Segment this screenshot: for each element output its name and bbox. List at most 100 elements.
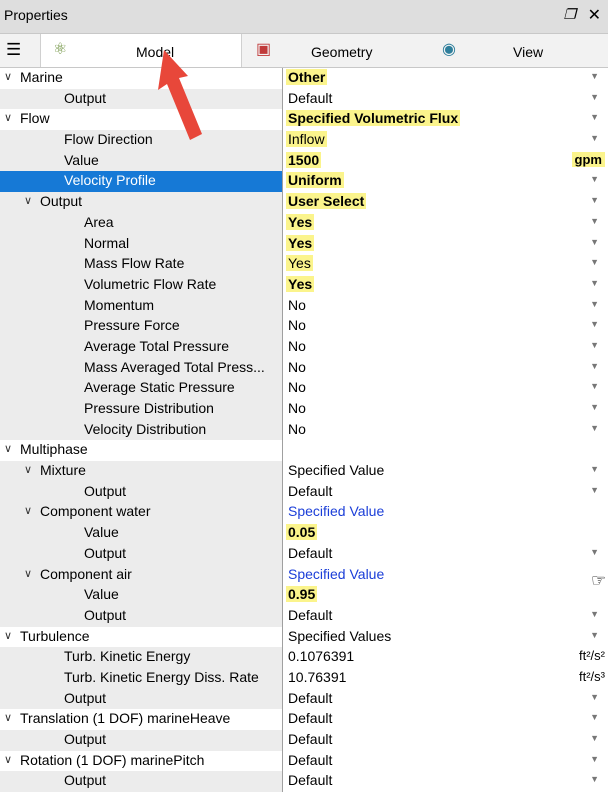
property-name-cell[interactable]: Value [0, 523, 282, 544]
property-name-cell[interactable]: ∨ Flow [0, 109, 282, 131]
property-name-cell[interactable]: Velocity Profile [0, 171, 282, 193]
dropdown-arrow-icon[interactable]: ▼ [590, 71, 599, 81]
tab-geometry[interactable]: ▣ Geometry [241, 34, 426, 67]
property-name-cell[interactable]: Pressure Force [0, 316, 282, 337]
property-value-cell[interactable]: 0.95 [283, 585, 608, 606]
property-value-cell[interactable]: Specified Value ▼ [283, 461, 608, 482]
property-name-cell[interactable]: Output [0, 771, 282, 792]
tab-view[interactable]: ◉ View [427, 34, 608, 67]
property-name-cell[interactable]: Pressure Distribution [0, 399, 282, 420]
property-value-cell[interactable]: No ▼ [283, 399, 608, 420]
property-value-cell[interactable]: 10.76391 ft²/s³ [283, 667, 608, 689]
property-value-cell[interactable]: 0.1076391 ft²/s² [283, 647, 608, 668]
property-name-cell[interactable]: Mass Averaged Total Press... [0, 357, 282, 379]
property-row[interactable]: Turb. Kinetic Energy Diss. Rate 10.76391 f… [0, 667, 608, 689]
property-name-cell[interactable]: Output [0, 688, 282, 710]
dropdown-arrow-icon[interactable]: ▼ [590, 609, 599, 619]
property-value-cell[interactable]: 1500 gpm [283, 150, 608, 172]
property-row[interactable]: Pressure Force No ▼ [0, 316, 608, 337]
dropdown-arrow-icon[interactable]: ▼ [590, 630, 599, 640]
dropdown-arrow-icon[interactable]: ▼ [590, 402, 599, 412]
chevron-down-icon[interactable]: ∨ [4, 70, 12, 83]
dropdown-arrow-icon[interactable]: ▼ [590, 712, 599, 722]
property-value-cell[interactable]: Default ▼ [283, 730, 608, 751]
dropdown-arrow-icon[interactable]: ▼ [590, 216, 599, 226]
property-value-cell[interactable]: Specified Value [283, 502, 608, 524]
property-row[interactable]: ∨ Component water Specified Value [0, 502, 608, 524]
dropdown-arrow-icon[interactable]: ▼ [590, 237, 599, 247]
property-value-cell[interactable]: Default ▼ [283, 605, 608, 627]
property-row[interactable]: ∨ Component air Specified Value [0, 564, 608, 586]
property-value-cell[interactable]: Default ▼ [283, 709, 608, 730]
property-name-cell[interactable]: ∨ Component air [0, 564, 282, 586]
property-row[interactable]: Area Yes ▼ [0, 212, 608, 234]
property-row[interactable]: Mass Averaged Total Press... No ▼ [0, 357, 608, 379]
property-row[interactable]: Value 0.95 [0, 585, 608, 606]
property-name-cell[interactable]: Velocity Distribution [0, 419, 282, 441]
property-row[interactable]: Output Default ▼ [0, 605, 608, 627]
dropdown-arrow-icon[interactable]: ▼ [590, 485, 599, 495]
property-row[interactable]: Flow Direction Inflow ▼ [0, 130, 608, 151]
property-name-cell[interactable]: Value [0, 585, 282, 606]
dropdown-arrow-icon[interactable]: ▼ [590, 278, 599, 288]
property-name-cell[interactable]: ∨ Marine [0, 68, 282, 89]
chevron-down-icon[interactable]: ∨ [4, 111, 12, 124]
property-row[interactable]: Value 1500 gpm [0, 150, 608, 172]
property-value-cell[interactable]: Default ▼ [283, 771, 608, 792]
property-row[interactable]: Output Default ▼ [0, 481, 608, 503]
dropdown-arrow-icon[interactable]: ▼ [590, 547, 599, 557]
property-value-cell[interactable]: Inflow ▼ [283, 130, 608, 151]
property-name-cell[interactable]: Area [0, 212, 282, 234]
property-row[interactable]: Output Default ▼ [0, 771, 608, 792]
property-name-cell[interactable]: Flow Direction [0, 130, 282, 151]
property-value-cell[interactable]: No ▼ [283, 419, 608, 441]
property-name-cell[interactable]: Turb. Kinetic Energy Diss. Rate [0, 667, 282, 689]
property-name-cell[interactable]: Output [0, 481, 282, 503]
property-value-cell[interactable]: Default ▼ [283, 88, 608, 110]
chevron-down-icon[interactable]: ∨ [4, 753, 12, 766]
property-value-cell[interactable]: Default ▼ [283, 688, 608, 710]
property-row[interactable]: ∨ Rotation (1 DOF) marinePitch Default ▼ [0, 750, 608, 772]
property-name-cell[interactable]: Average Static Pressure [0, 378, 282, 399]
dropdown-arrow-icon[interactable]: ▼ [590, 133, 599, 143]
property-value-cell[interactable]: Uniform ▼ [283, 171, 608, 193]
property-name-cell[interactable]: ∨ Output [0, 192, 282, 213]
dropdown-arrow-icon[interactable]: ▼ [590, 774, 599, 784]
property-name-cell[interactable]: Turb. Kinetic Energy [0, 647, 282, 668]
property-value-cell[interactable]: Other ▼ [283, 68, 608, 89]
tree-view-icon[interactable]: ☰ [6, 40, 21, 60]
property-name-cell[interactable]: ∨ Mixture [0, 461, 282, 482]
property-value-cell[interactable]: Default ▼ [283, 750, 608, 772]
property-row[interactable]: Average Total Pressure No ▼ [0, 336, 608, 358]
property-name-cell[interactable]: ∨ Component water [0, 502, 282, 524]
property-row[interactable]: Output Default ▼ [0, 543, 608, 565]
property-row[interactable]: Average Static Pressure No ▼ [0, 378, 608, 399]
property-row[interactable]: ∨ Translation (1 DOF) marineHeave Default ▼ [0, 709, 608, 730]
property-row[interactable]: Output Default ▼ [0, 88, 608, 110]
property-name-cell[interactable]: Average Total Pressure [0, 336, 282, 358]
dropdown-arrow-icon[interactable]: ▼ [590, 112, 599, 122]
property-value-cell[interactable]: Specified Volumetric Flux ▼ [283, 109, 608, 131]
property-value-cell[interactable]: Default ▼ [283, 543, 608, 565]
dropdown-arrow-icon[interactable]: ▼ [590, 754, 599, 764]
close-icon[interactable]: ✕ [588, 5, 601, 25]
chevron-down-icon[interactable]: ∨ [24, 567, 32, 580]
property-value-cell[interactable]: Specified Value [283, 564, 608, 586]
property-row[interactable]: ∨ Output User Select ▼ [0, 192, 608, 213]
property-value-cell[interactable]: 0.05 [283, 523, 608, 544]
property-name-cell[interactable]: Output [0, 88, 282, 110]
property-row[interactable]: Output Default ▼ [0, 730, 608, 751]
property-row[interactable]: Velocity Distribution No ▼ [0, 419, 608, 441]
float-window-icon[interactable]: ❐ [563, 6, 576, 23]
property-value-cell[interactable]: No ▼ [283, 316, 608, 337]
property-row[interactable]: ∨ Turbulence Specified Values ▼ [0, 626, 608, 648]
property-name-cell[interactable]: Momentum [0, 295, 282, 317]
dropdown-arrow-icon[interactable]: ▼ [590, 174, 599, 184]
dropdown-arrow-icon[interactable]: ▼ [590, 340, 599, 350]
chevron-down-icon[interactable]: ∨ [4, 442, 12, 455]
property-value-cell[interactable]: No ▼ [283, 336, 608, 358]
property-name-cell[interactable]: Normal [0, 233, 282, 255]
property-row[interactable]: ∨ Marine Other ▼ [0, 68, 608, 89]
chevron-down-icon[interactable]: ∨ [24, 504, 32, 517]
property-row[interactable]: Output Default ▼ [0, 688, 608, 710]
